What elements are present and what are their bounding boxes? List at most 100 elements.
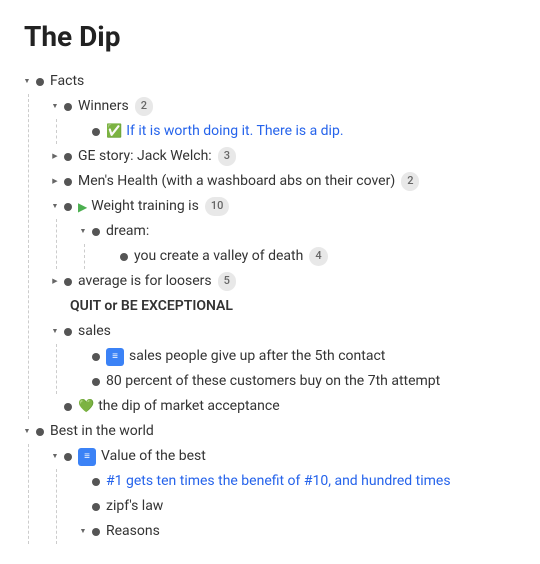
winners-toggle[interactable] [48, 100, 62, 114]
best-in-world-toggle[interactable] [20, 425, 34, 439]
tree-item-winners: Winners 2 ✅ If it is worth doing it. The… [48, 94, 520, 144]
average-toggle[interactable] [48, 275, 62, 289]
eighty-percent-label: 80 percent of these customers buy on the… [106, 371, 440, 392]
value-box-icon: ≡ [78, 448, 96, 466]
value-best-children: #1 gets ten times the benefit of #10, an… [48, 469, 520, 544]
tree-item-sales: sales ≡ sales people give up after the 5… [48, 319, 520, 394]
value-best-bullet [64, 453, 72, 461]
reasons-toggle[interactable] [76, 525, 90, 539]
tree-item-worth-doing: ✅ If it is worth doing it. There is a di… [76, 119, 520, 144]
winners-children: ✅ If it is worth doing it. There is a di… [48, 119, 520, 144]
sales-toggle[interactable] [48, 325, 62, 339]
sales-row: sales [48, 319, 520, 344]
blue-box-icon: ≡ [106, 348, 124, 366]
quit-row: QUIT or BE EXCEPTIONAL [48, 294, 520, 319]
best-in-world-bullet [36, 428, 44, 436]
flag-icon: ▶ [78, 198, 87, 216]
facts-bullet [36, 78, 44, 86]
tree-container: Facts Winners 2 ✅ If it [20, 69, 520, 544]
valley-badge: 4 [309, 247, 327, 266]
valley-row: you create a valley of death 4 [104, 244, 520, 269]
facts-children: Winners 2 ✅ If it is worth doing it. The… [20, 94, 520, 419]
reasons-row: Reasons [76, 519, 520, 544]
mens-health-label: Men's Health (with a washboard abs on th… [78, 171, 395, 192]
ge-story-row: GE story: Jack Welch: 3 [48, 144, 520, 169]
checkmark-icon: ✅ [106, 122, 122, 142]
tree-item-dream: dream: you create a valley of death 4 [76, 219, 520, 269]
ge-story-bullet [64, 153, 72, 161]
mens-health-row: Men's Health (with a washboard abs on th… [48, 169, 520, 194]
tree-item-best-in-world: Best in the world ≡ Value of the best [20, 419, 520, 544]
heart-icon: 💚 [78, 397, 94, 417]
number1-bullet [92, 478, 100, 486]
weight-training-label: Weight training is [91, 196, 199, 217]
tree-item-average: average is for loosers 5 [48, 269, 520, 294]
eighty-percent-bullet [92, 378, 100, 386]
zipfs-bullet [92, 503, 100, 511]
weight-training-bullet [64, 203, 72, 211]
dream-children: you create a valley of death 4 [76, 244, 520, 269]
dream-row: dream: [76, 219, 520, 244]
best-in-world-children: ≡ Value of the best #1 gets ten times th… [20, 444, 520, 544]
ge-story-badge: 3 [218, 147, 236, 166]
value-best-toggle[interactable] [48, 450, 62, 464]
tree-item-reasons: Reasons [76, 519, 520, 544]
weight-training-toggle[interactable] [48, 200, 62, 214]
ge-story-label: GE story: Jack Welch: [78, 146, 212, 167]
value-best-label: Value of the best [101, 446, 206, 467]
sales-give-up-label: sales people give up after the 5th conta… [129, 346, 385, 367]
average-bullet [64, 278, 72, 286]
valley-bullet [120, 253, 128, 261]
facts-row: Facts [20, 69, 520, 94]
zipfs-label: zipf's law [106, 496, 163, 517]
sales-give-up-row: ≡ sales people give up after the 5th con… [76, 344, 520, 369]
tree-item-sales-give-up: ≡ sales people give up after the 5th con… [76, 344, 520, 369]
dream-label: dream: [106, 221, 149, 242]
valley-label: you create a valley of death [134, 246, 303, 267]
dip-market-label: the dip of market acceptance [98, 396, 279, 417]
tree-item-dip-market: 💚 the dip of market acceptance [48, 394, 520, 419]
reasons-label: Reasons [106, 521, 160, 542]
number1-label: #1 gets ten times the benefit of #10, an… [106, 471, 451, 492]
winners-label: Winners [78, 96, 129, 117]
winners-row: Winners 2 [48, 94, 520, 119]
worth-doing-bullet [92, 128, 100, 136]
tree-item-quit: QUIT or BE EXCEPTIONAL [48, 294, 520, 319]
tree-item-mens-health: Men's Health (with a washboard abs on th… [48, 169, 520, 194]
mens-health-bullet [64, 178, 72, 186]
dream-bullet [92, 228, 100, 236]
tree-item-weight-training: ▶ Weight training is 10 dream: [48, 194, 520, 269]
facts-toggle[interactable] [20, 75, 34, 89]
mens-health-badge: 2 [401, 172, 419, 191]
eighty-percent-row: 80 percent of these customers buy on the… [76, 369, 520, 394]
average-label: average is for loosers [78, 271, 212, 292]
facts-label: Facts [50, 71, 84, 92]
weight-training-row: ▶ Weight training is 10 [48, 194, 520, 219]
reasons-bullet [92, 528, 100, 536]
best-in-world-row: Best in the world [20, 419, 520, 444]
number1-row: #1 gets ten times the benefit of #10, an… [76, 469, 520, 494]
tree-item-zipfs: zipf's law [76, 494, 520, 519]
value-best-row: ≡ Value of the best [48, 444, 520, 469]
tree-item-value-best: ≡ Value of the best #1 gets ten times th… [48, 444, 520, 544]
best-in-world-label: Best in the world [50, 421, 154, 442]
sales-give-up-bullet [92, 353, 100, 361]
tree-item-eighty-percent: 80 percent of these customers buy on the… [76, 369, 520, 394]
average-badge: 5 [218, 272, 236, 291]
tree-item-valley: you create a valley of death 4 [104, 244, 520, 269]
page-title: The Dip [24, 20, 520, 53]
tree-item-number1: #1 gets ten times the benefit of #10, an… [76, 469, 520, 494]
tree-item-facts: Facts Winners 2 ✅ If it [20, 69, 520, 419]
sales-bullet [64, 328, 72, 336]
dream-toggle[interactable] [76, 225, 90, 239]
tree-item-ge-story: GE story: Jack Welch: 3 [48, 144, 520, 169]
weight-training-badge: 10 [205, 197, 230, 216]
worth-doing-row: ✅ If it is worth doing it. There is a di… [76, 119, 520, 144]
worth-doing-label: If it is worth doing it. There is a dip. [126, 121, 343, 142]
average-row: average is for loosers 5 [48, 269, 520, 294]
ge-story-toggle[interactable] [48, 150, 62, 164]
mens-health-toggle[interactable] [48, 175, 62, 189]
sales-label: sales [78, 321, 111, 342]
sales-children: ≡ sales people give up after the 5th con… [48, 344, 520, 394]
dip-market-bullet [64, 403, 72, 411]
